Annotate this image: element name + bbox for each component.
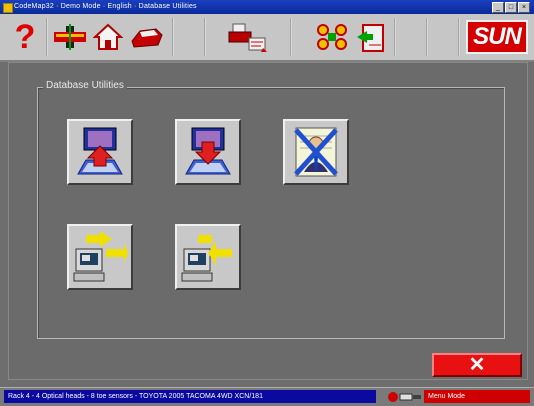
transfer-out-button[interactable] <box>67 224 133 290</box>
sensor-heads-icon <box>317 24 347 50</box>
maximize-button[interactable]: □ <box>505 2 517 13</box>
vehicle-icon <box>131 28 163 48</box>
toolbar-divider <box>426 18 428 56</box>
delete-customer-button[interactable] <box>283 119 349 185</box>
connection-status-icon <box>388 392 421 402</box>
sensor-heads-button[interactable] <box>312 18 352 56</box>
toolbar: ? SUN <box>0 14 534 62</box>
vehicle-spec-button[interactable] <box>50 18 90 56</box>
database-export-icon <box>77 127 123 175</box>
help-button[interactable]: ? <box>10 18 40 56</box>
toolbar-divider <box>204 18 206 56</box>
status-bar: Rack 4 - 4 Optical heads - 8 toe sensors… <box>0 387 534 406</box>
clipboard-button[interactable] <box>354 18 388 56</box>
group-title: Database Utilities <box>43 80 127 91</box>
toolbar-divider <box>394 18 396 56</box>
help-icon: ? <box>14 18 36 56</box>
app-icon <box>3 3 13 13</box>
toolbar-divider <box>290 18 292 56</box>
main-panel: Database Utilities <box>8 62 528 380</box>
home-button[interactable] <box>92 18 124 56</box>
database-import-button[interactable] <box>175 119 241 185</box>
close-button[interactable]: ✕ <box>432 353 522 377</box>
window-controls: _ □ × <box>492 2 530 13</box>
clipboard-icon <box>357 24 384 52</box>
transfer-in-icon <box>181 235 232 282</box>
home-icon <box>93 23 123 50</box>
brand-logo-text: SUN <box>473 23 522 50</box>
toolbar-divider <box>458 18 460 56</box>
database-export-button[interactable] <box>67 119 133 185</box>
toolbar-divider <box>172 18 174 56</box>
delete-customer-icon <box>294 127 338 177</box>
print-button[interactable] <box>226 18 270 56</box>
vehicle-status-text: Rack 4 - 4 Optical heads - 8 toe sensors… <box>4 390 376 403</box>
toolbar-divider <box>46 18 48 56</box>
database-import-icon <box>185 127 231 175</box>
transfer-in-button[interactable] <box>175 224 241 290</box>
print-icon <box>228 23 267 52</box>
window-title: CodeMap32 · Demo Mode · English · Databa… <box>14 3 197 10</box>
mode-badge: Menu Mode <box>424 390 530 403</box>
vehicle-button[interactable] <box>126 18 166 56</box>
close-icon: ✕ <box>468 354 486 376</box>
title-bar: CodeMap32 · Demo Mode · English · Databa… <box>0 0 534 14</box>
vehicle-spec-icon <box>54 24 86 50</box>
brand-logo: SUN <box>466 20 528 54</box>
window-close-button[interactable]: × <box>518 2 530 13</box>
transfer-out-icon <box>73 231 128 282</box>
minimize-button[interactable]: _ <box>492 2 504 13</box>
